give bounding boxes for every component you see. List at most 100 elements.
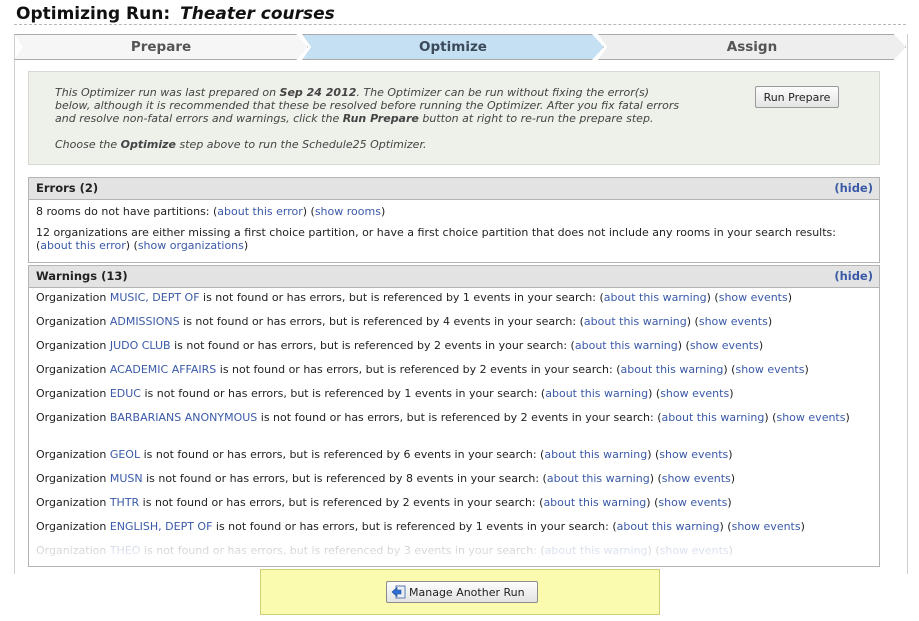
- page-title-label: Optimizing Run:: [16, 4, 171, 24]
- about-warning-link[interactable]: about this warning: [543, 496, 646, 509]
- warnings-section: Warnings (13) (hide) Organization MUSIC,…: [28, 265, 880, 567]
- info-text: step above to run the Schedule25 Optimiz…: [176, 138, 427, 151]
- step-prepare-label: Prepare: [130, 39, 192, 55]
- organization-link[interactable]: MUSIC, DEPT OF: [110, 291, 200, 304]
- run-prepare-reference: Run Prepare: [342, 112, 419, 125]
- scroll-fade: [29, 530, 879, 566]
- organization-link[interactable]: MUSN: [110, 472, 143, 485]
- warning-text: ) (: [648, 387, 661, 400]
- warnings-header: Warnings (13) (hide): [29, 266, 879, 288]
- info-line-3: and resolve non-fatal errors and warning…: [55, 112, 715, 125]
- warning-text: ): [727, 496, 732, 509]
- warning-text: ): [767, 315, 773, 328]
- warning-row: Organization JUDO CLUB is not found or h…: [29, 336, 879, 360]
- warning-text: ): [845, 411, 850, 424]
- prepared-date: Sep 24 2012: [279, 86, 357, 99]
- error-row: 12 organizations are either missing a fi…: [29, 221, 879, 255]
- warning-row: Organization THTR is not found or has er…: [29, 493, 879, 517]
- about-warning-link[interactable]: about this warning: [575, 339, 678, 352]
- warning-text: ) (: [706, 291, 719, 304]
- errors-title: Errors (2): [36, 181, 99, 195]
- about-warning-link[interactable]: about this warning: [545, 387, 648, 400]
- info-line-2: below, although it is recommended that t…: [55, 99, 680, 112]
- show-events-link[interactable]: show events: [659, 448, 728, 461]
- info-line-1: This Optimizer run was last prepared on …: [55, 86, 715, 99]
- info-text: . The Optimizer can be run without fixin…: [356, 86, 650, 99]
- organization-link[interactable]: ADMISSIONS: [110, 315, 180, 328]
- warning-prefix: Organization: [36, 472, 110, 485]
- warning-row: Organization EDUC is not found or has er…: [29, 384, 879, 408]
- manage-another-run-button[interactable]: Manage Another Run: [386, 581, 538, 603]
- warning-row: Organization MUSN is not found or has er…: [29, 469, 879, 493]
- show-events-link[interactable]: show events: [776, 411, 845, 424]
- step-optimize-label: Optimize: [419, 39, 487, 55]
- organization-link[interactable]: GEOL: [110, 448, 140, 461]
- warning-prefix: Organization: [36, 387, 110, 400]
- optimize-reference: Optimize: [120, 138, 177, 151]
- warning-prefix: Organization: [36, 411, 110, 424]
- info-text: This Optimizer run was last prepared on: [55, 86, 280, 99]
- info-text: and resolve non-fatal errors and warning…: [55, 112, 343, 125]
- about-error-link[interactable]: about this error: [40, 239, 125, 252]
- run-prepare-button[interactable]: Run Prepare: [755, 86, 839, 108]
- warning-row: Organization BARBARIANS ANONYMOUS is not…: [29, 408, 879, 445]
- show-events-link[interactable]: show events: [658, 496, 727, 509]
- error-text: ) (: [302, 205, 315, 218]
- warning-row: Organization GEOL is not found or has er…: [29, 445, 879, 469]
- organization-link[interactable]: THTR: [110, 496, 139, 509]
- show-events-link[interactable]: show events: [719, 291, 788, 304]
- organization-link[interactable]: JUDO CLUB: [110, 339, 171, 352]
- warning-text: is not found or has errors, but is refer…: [179, 315, 584, 328]
- about-warning-link[interactable]: about this warning: [662, 411, 765, 424]
- organization-link[interactable]: ACADEMIC AFFAIRS: [110, 363, 216, 376]
- about-warning-link[interactable]: about this warning: [621, 363, 724, 376]
- warning-text: is not found or has errors, but is refer…: [216, 363, 621, 376]
- warning-text: is not found or has errors, but is refer…: [139, 496, 544, 509]
- warning-text: is not found or has errors, but is refer…: [170, 339, 575, 352]
- warning-prefix: Organization: [36, 448, 110, 461]
- page-title: Optimizing Run: Theater courses: [16, 4, 335, 24]
- show-events-link[interactable]: show events: [660, 387, 729, 400]
- about-warning-link[interactable]: about this warning: [584, 315, 687, 328]
- errors-hide-link[interactable]: (hide): [834, 178, 873, 199]
- warning-text: ) (: [647, 448, 660, 461]
- show-rooms-link[interactable]: show rooms: [315, 205, 381, 218]
- title-divider: [14, 24, 906, 25]
- about-warning-link[interactable]: about this warning: [544, 448, 647, 461]
- warning-prefix: Organization: [36, 291, 110, 304]
- run-name: Theater courses: [180, 4, 335, 24]
- about-error-link[interactable]: about this error: [217, 205, 302, 218]
- show-events-link[interactable]: show events: [690, 339, 759, 352]
- organization-link[interactable]: EDUC: [110, 387, 141, 400]
- warning-text: is not found or has errors, but is refer…: [140, 387, 546, 400]
- errors-header: Errors (2) (hide): [29, 178, 879, 200]
- warning-text: ) (: [677, 339, 690, 352]
- prepare-info-box: This Optimizer run was last prepared on …: [28, 71, 880, 165]
- step-optimize[interactable]: Optimize: [302, 34, 604, 60]
- error-text: 8 rooms do not have partitions: (: [36, 205, 218, 218]
- show-events-link[interactable]: show events: [735, 363, 804, 376]
- warning-prefix: Organization: [36, 339, 110, 352]
- show-organizations-link[interactable]: show organizations: [138, 239, 244, 252]
- back-arrow-icon: [391, 585, 406, 599]
- show-events-link[interactable]: show events: [699, 315, 768, 328]
- warning-prefix: Organization: [36, 315, 110, 328]
- about-warning-link[interactable]: about this warning: [604, 291, 707, 304]
- show-events-link[interactable]: show events: [662, 472, 731, 485]
- warnings-hide-link[interactable]: (hide): [834, 266, 873, 287]
- footer-bar: Manage Another Run: [260, 569, 660, 615]
- step-prepare[interactable]: Prepare: [14, 34, 308, 60]
- warning-text: ) (: [723, 363, 736, 376]
- step-assign[interactable]: Assign: [598, 34, 906, 60]
- warning-list: Organization MUSIC, DEPT OF is not found…: [29, 288, 879, 565]
- warning-text: ): [730, 472, 736, 485]
- warning-text: ): [787, 291, 793, 304]
- warning-prefix: Organization: [36, 496, 110, 509]
- warning-text: ): [804, 363, 809, 376]
- step-navigation: Prepare Optimize Assign: [14, 34, 906, 60]
- warning-text: is not found or has errors, but is refer…: [142, 472, 547, 485]
- manage-another-run-label: Manage Another Run: [409, 585, 525, 599]
- organization-link[interactable]: BARBARIANS ANONYMOUS: [110, 411, 257, 424]
- about-warning-link[interactable]: about this warning: [547, 472, 650, 485]
- info-text: Choose the: [55, 138, 121, 151]
